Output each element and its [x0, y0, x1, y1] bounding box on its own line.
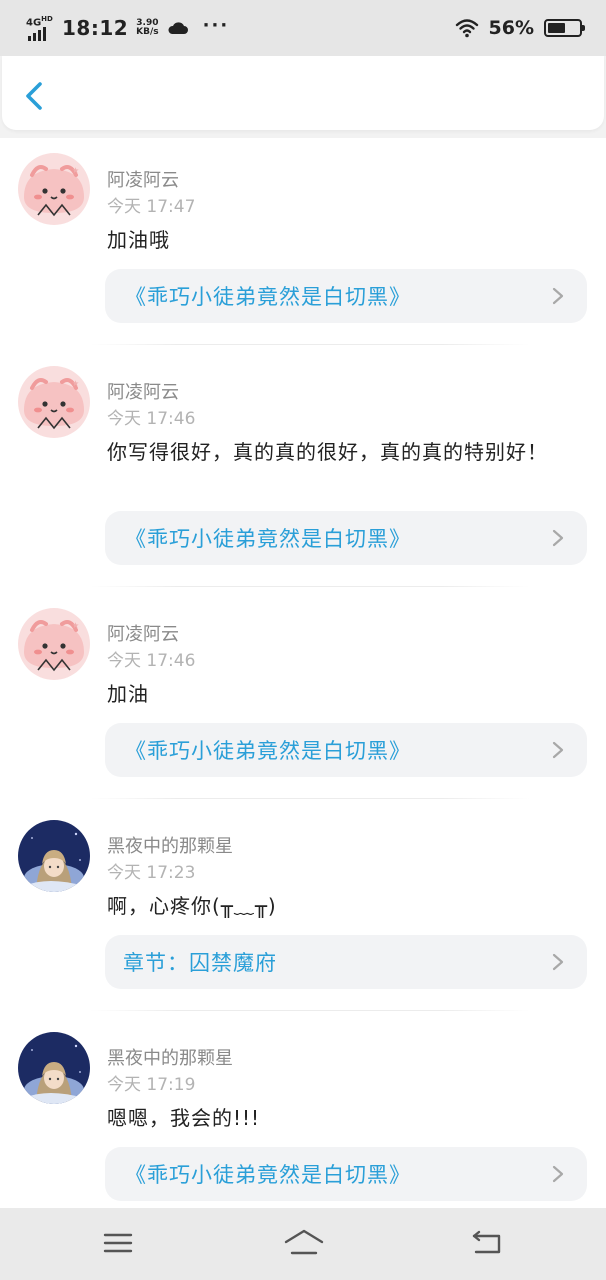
menu-icon[interactable]: [100, 1226, 136, 1260]
divider: [90, 344, 530, 345]
return-icon[interactable]: [470, 1226, 506, 1260]
book-reference-title: 《乖巧小徒弟竟然是白切黑》: [125, 527, 411, 551]
username[interactable]: 黑夜中的那颗星: [107, 1044, 233, 1070]
avatar[interactable]: ★: [18, 153, 90, 225]
book-reference-card[interactable]: 《乖巧小徒弟竟然是白切黑》: [105, 1147, 587, 1201]
pink-blob-avatar-icon: ★: [18, 366, 90, 438]
svg-text:★: ★: [72, 166, 79, 175]
chapter-reference-title: 章节：囚禁魔府: [123, 951, 277, 975]
username[interactable]: 阿凌阿云: [107, 620, 179, 646]
comment-time: 今天 17:23: [107, 863, 196, 883]
back-button[interactable]: [18, 76, 52, 116]
system-nav-bar: [0, 1208, 606, 1280]
avatar[interactable]: [18, 1032, 90, 1104]
book-reference-card[interactable]: 《乖巧小徒弟竟然是白切黑》: [105, 269, 587, 323]
comment-time: 今天 17:19: [107, 1075, 196, 1095]
comment-text: 嗯嗯，我会的!!!: [107, 1106, 261, 1130]
cloud-icon: [168, 22, 188, 34]
network-speed: 3.90 KB/s: [136, 18, 159, 37]
more-notifications-icon: ···: [202, 14, 230, 36]
pink-blob-avatar-icon: ★: [18, 608, 90, 680]
comment-time: 今天 17:46: [107, 651, 196, 671]
avatar[interactable]: [18, 820, 90, 892]
comment-time: 今天 17:46: [107, 409, 196, 429]
svg-text:★: ★: [72, 379, 79, 388]
avatar[interactable]: ★: [18, 608, 90, 680]
chevron-right-icon: [552, 529, 564, 547]
battery-icon: [544, 19, 585, 37]
comment-list: ★ 阿凌阿云 今天 17:47 加油哦 《乖巧小徒弟竟然是白切黑》 ★ 阿凌阿云…: [0, 138, 606, 1208]
divider: [90, 586, 530, 587]
username[interactable]: 黑夜中的那颗星: [107, 832, 233, 858]
comment-text: 你写得很好，真的真的很好，真的真的特别好！: [107, 440, 548, 464]
comment-text: 啊，心疼你(╥﹏╥): [107, 894, 277, 918]
status-bar: 4GHD 18:12 3.90 KB/s ··· 56%: [0, 0, 606, 56]
divider: [90, 798, 530, 799]
battery-percent: 56%: [488, 17, 534, 39]
username[interactable]: 阿凌阿云: [107, 166, 179, 192]
home-icon[interactable]: [283, 1226, 325, 1260]
anime-girl-avatar-icon: [18, 1032, 90, 1104]
book-reference-card[interactable]: 《乖巧小徒弟竟然是白切黑》: [105, 723, 587, 777]
username[interactable]: 阿凌阿云: [107, 378, 179, 404]
chapter-reference-card[interactable]: 章节：囚禁魔府: [105, 935, 587, 989]
comment-time: 今天 17:47: [107, 197, 196, 217]
book-reference-title: 《乖巧小徒弟竟然是白切黑》: [125, 1163, 411, 1187]
book-reference-title: 《乖巧小徒弟竟然是白切黑》: [125, 285, 411, 309]
anime-girl-avatar-icon: [18, 820, 90, 892]
chevron-right-icon: [552, 953, 564, 971]
pink-blob-avatar-icon: ★: [18, 153, 90, 225]
status-time: 18:12: [62, 16, 129, 40]
book-reference-card[interactable]: 《乖巧小徒弟竟然是白切黑》: [105, 511, 587, 565]
top-nav-bar: [2, 56, 604, 130]
wifi-icon: [455, 19, 478, 38]
avatar[interactable]: ★: [18, 366, 90, 438]
svg-text:★: ★: [72, 621, 79, 630]
chevron-right-icon: [552, 1165, 564, 1183]
chevron-right-icon: [552, 741, 564, 759]
chevron-right-icon: [552, 287, 564, 305]
book-reference-title: 《乖巧小徒弟竟然是白切黑》: [125, 739, 411, 763]
signal-icon: 4GHD: [26, 15, 54, 41]
comment-text: 加油: [107, 682, 149, 706]
comment-text: 加油哦: [107, 228, 170, 252]
divider: [90, 1010, 530, 1011]
